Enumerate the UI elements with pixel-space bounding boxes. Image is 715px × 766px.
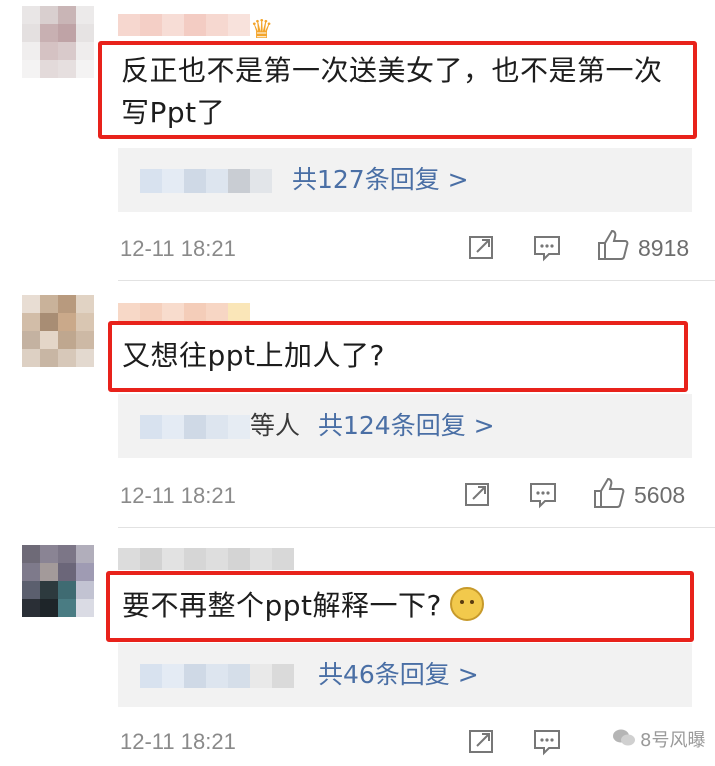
wechat-logo-icon: [613, 729, 635, 746]
like-icon[interactable]: [596, 228, 630, 262]
reply-others-label: 等人: [250, 411, 301, 440]
comment-text: 又想往ppt上加人了?: [122, 339, 385, 372]
timestamp: 12-11 18:21: [120, 236, 236, 261]
crown-badge-icon: ♛: [250, 15, 274, 45]
reply-count-link[interactable]: 共124条回复 >: [318, 394, 495, 458]
like-count: 5608: [634, 482, 686, 508]
repost-icon[interactable]: [467, 232, 497, 262]
reply-count-link[interactable]: 共127条回复 >: [292, 148, 469, 212]
reply-preview[interactable]: 等人 共124条回复 >: [118, 394, 692, 458]
avatar[interactable]: [22, 295, 94, 367]
reply-users-blurred: [140, 169, 272, 193]
comment-icon[interactable]: [532, 233, 562, 263]
username-blurred[interactable]: [118, 14, 250, 36]
timestamp: 12-11 18:21: [120, 483, 236, 508]
doge-emoji-icon: [449, 587, 484, 621]
comment-text: 反正也不是第一次送美女了，也不是第一次 写Ppt了: [121, 54, 663, 129]
comment-item: ♛ 反正也不是第一次送美女了，也不是第一次 写Ppt了 共127条回复 > 12…: [0, 0, 715, 281]
reply-count-link[interactable]: 共46条回复 >: [318, 643, 479, 707]
reply-users-blurred: [140, 664, 294, 688]
reply-preview[interactable]: 共46条回复 >: [118, 643, 692, 707]
avatar[interactable]: [22, 545, 94, 617]
comment-text-content: 要不再整个ppt解释一下?: [122, 589, 442, 622]
repost-icon[interactable]: [467, 726, 497, 756]
comment-icon[interactable]: [532, 727, 562, 757]
reply-users-blurred: [140, 415, 250, 439]
comment-item: 又想往ppt上加人了? 等人 共124条回复 > 12-11 18:21 560…: [0, 281, 715, 528]
username-blurred[interactable]: [118, 548, 294, 570]
comment-text: 要不再整个ppt解释一下?: [122, 585, 484, 627]
comment-item: 要不再整个ppt解释一下? 共46条回复 > 12-11 18:21: [0, 528, 715, 766]
watermark-text: 8号风曝: [640, 730, 706, 751]
like-icon[interactable]: [592, 476, 626, 510]
timestamp: 12-11 18:21: [120, 729, 236, 754]
avatar[interactable]: [22, 6, 94, 78]
comment-icon[interactable]: [528, 480, 558, 510]
reply-preview[interactable]: 共127条回复 >: [118, 148, 692, 212]
like-count: 8918: [638, 235, 690, 261]
repost-icon[interactable]: [463, 479, 493, 509]
